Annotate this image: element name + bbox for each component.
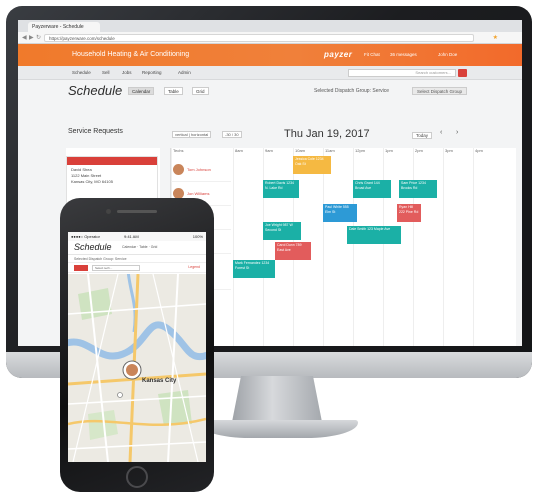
- nav-item-reporting[interactable]: Reporting: [142, 66, 162, 80]
- orientation-toggle[interactable]: vertical | horizontal: [172, 131, 212, 138]
- customer-search-input[interactable]: Search customers...: [348, 69, 456, 77]
- service-requests-title: Service Requests: [68, 128, 123, 135]
- forward-icon[interactable]: ▶: [29, 32, 34, 44]
- appointment-block[interactable]: Robert Davis 1234 N. Lake Rd: [263, 180, 299, 198]
- request-card-header: [67, 157, 157, 165]
- tech-name[interactable]: Tom Johnson: [187, 158, 211, 182]
- appointment-block[interactable]: Paul White 555 Elm St: [323, 204, 357, 222]
- hour-column-9am: 9am: [263, 148, 273, 346]
- appointment-block[interactable]: Jessica Cole 1234 Oak St: [293, 156, 331, 174]
- phone-status-bar: ●●●●○ Operator 9:41 AM 100%: [68, 232, 206, 241]
- next-day-icon[interactable]: ›: [456, 129, 458, 136]
- phone-home-button[interactable]: [126, 466, 148, 488]
- map-city-label: Kansas City: [142, 378, 177, 384]
- mobile-filter-button[interactable]: [74, 265, 88, 271]
- back-icon[interactable]: ◀: [22, 32, 27, 44]
- avatar: [173, 164, 184, 175]
- appointment-block[interactable]: Sam Price 1234 Brooks Rd: [399, 180, 437, 198]
- mobile-view-tabs[interactable]: Calendar · Table · Grid: [122, 245, 157, 249]
- nav-item-sell[interactable]: Sell: [102, 66, 110, 80]
- mobile-dispatch-label: Selected Dispatch Group: Service: [68, 255, 206, 263]
- select-dispatch-group-button[interactable]: Select Dispatch Group: [412, 87, 468, 95]
- phone-screen: ●●●●○ Operator 9:41 AM 100% Schedule Cal…: [68, 232, 206, 462]
- map-canvas: [68, 269, 206, 462]
- hour-column-11am: 11am: [323, 148, 335, 346]
- url-field[interactable]: https://payzerware.com/schedule: [44, 34, 474, 42]
- clock-label: 9:41 AM: [124, 234, 139, 239]
- header-link-messages[interactable]: 36 messages: [390, 44, 417, 66]
- nav-item-admin[interactable]: Admin: [178, 66, 191, 80]
- reload-icon[interactable]: ↻: [36, 32, 41, 44]
- browser-address-bar: ◀ ▶ ↻ https://payzerware.com/schedule ★: [18, 32, 522, 44]
- hour-column-2pm: 2pm: [413, 148, 423, 346]
- mobile-legend-link[interactable]: Legend: [188, 265, 200, 269]
- header-link-user[interactable]: John Doe: [438, 44, 457, 66]
- appointment-block[interactable]: Carol Dunn 789 East Ave: [275, 242, 311, 260]
- company-name: Household Heating & Air Conditioning: [72, 51, 190, 58]
- hour-column-4pm: 4pm: [473, 148, 483, 346]
- bookmark-star-icon[interactable]: ★: [493, 32, 498, 44]
- schedule-grid: Techs 8am 9am 10am 11am 12pm 1pm 2pm 3pm 4pm Tom J…: [170, 148, 516, 346]
- today-button[interactable]: Today: [412, 132, 433, 139]
- view-grid-button[interactable]: Grid: [192, 87, 209, 95]
- request-address-line-2: Kansas City, MO 64105: [71, 179, 113, 184]
- mobile-controls: Select tech... Legend: [68, 263, 206, 273]
- battery-label: 100%: [192, 234, 203, 239]
- header-link-chat[interactable]: Fit Chat: [364, 44, 380, 66]
- nav-item-schedule[interactable]: Schedule: [72, 66, 91, 80]
- page-title: Schedule: [68, 83, 123, 98]
- dispatch-group-label: Selected Dispatch Group: Service: [314, 88, 390, 94]
- appointment-block[interactable]: Mark Fernandez 1234 Forest St: [233, 260, 275, 278]
- mobile-tech-select[interactable]: Select tech...: [92, 265, 140, 271]
- phone-speaker: [117, 210, 157, 213]
- appointment-block[interactable]: Joe Wright 987 W Second St: [263, 222, 301, 240]
- schedule-toolbar: Schedule Calendar Table Grid Selected Di…: [18, 80, 522, 102]
- hour-column-3pm: 3pm: [443, 148, 453, 346]
- mobile-header: Schedule Calendar · Table · Grid: [68, 241, 206, 255]
- hour-column-1pm: 1pm: [383, 148, 393, 346]
- monitor-base: [198, 420, 358, 438]
- browser-tab[interactable]: Payzerware - Schedule: [28, 22, 100, 32]
- view-calendar-button[interactable]: Calendar: [128, 87, 155, 95]
- search-button[interactable]: [458, 69, 467, 77]
- hour-column-12pm: 12pm: [353, 148, 365, 346]
- appointment-block[interactable]: Chris Grant 144 Broad Ave: [353, 180, 391, 198]
- phone-camera: [106, 209, 111, 214]
- range-selector[interactable]: -30 / 30: [222, 131, 242, 138]
- calendar-date: Thu Jan 19, 2017: [284, 128, 370, 140]
- view-table-button[interactable]: Table: [164, 87, 183, 95]
- prev-day-icon[interactable]: ‹: [440, 129, 442, 136]
- monitor-stand: [232, 376, 322, 422]
- mobile-page-title: Schedule: [74, 242, 112, 252]
- phone-device: ●●●●○ Operator 9:41 AM 100% Schedule Cal…: [60, 198, 214, 492]
- browser-tab-bar: Payzerware - Schedule: [18, 20, 522, 32]
- carrier-label: ●●●●○ Operator: [71, 234, 100, 239]
- nav-item-jobs[interactable]: Jobs: [122, 66, 132, 80]
- hour-column-8am: 8am: [233, 148, 243, 346]
- mobile-map[interactable]: Kansas City: [68, 269, 206, 462]
- tech-row[interactable]: Tom Johnson: [171, 158, 231, 182]
- main-nav: Schedule Sell Jobs Reporting Admin Searc…: [18, 66, 522, 80]
- brand-logo[interactable]: payzer: [324, 44, 352, 66]
- appointment-block[interactable]: Ryan Hill 222 Pine Rd: [397, 204, 421, 222]
- appointment-block[interactable]: Dale Smith 123 Maple Ave: [347, 226, 401, 244]
- service-request-card[interactable]: David Shea 1122 Main Street Kansas City,…: [66, 156, 158, 204]
- app-header: Household Heating & Air Conditioning pay…: [18, 44, 522, 66]
